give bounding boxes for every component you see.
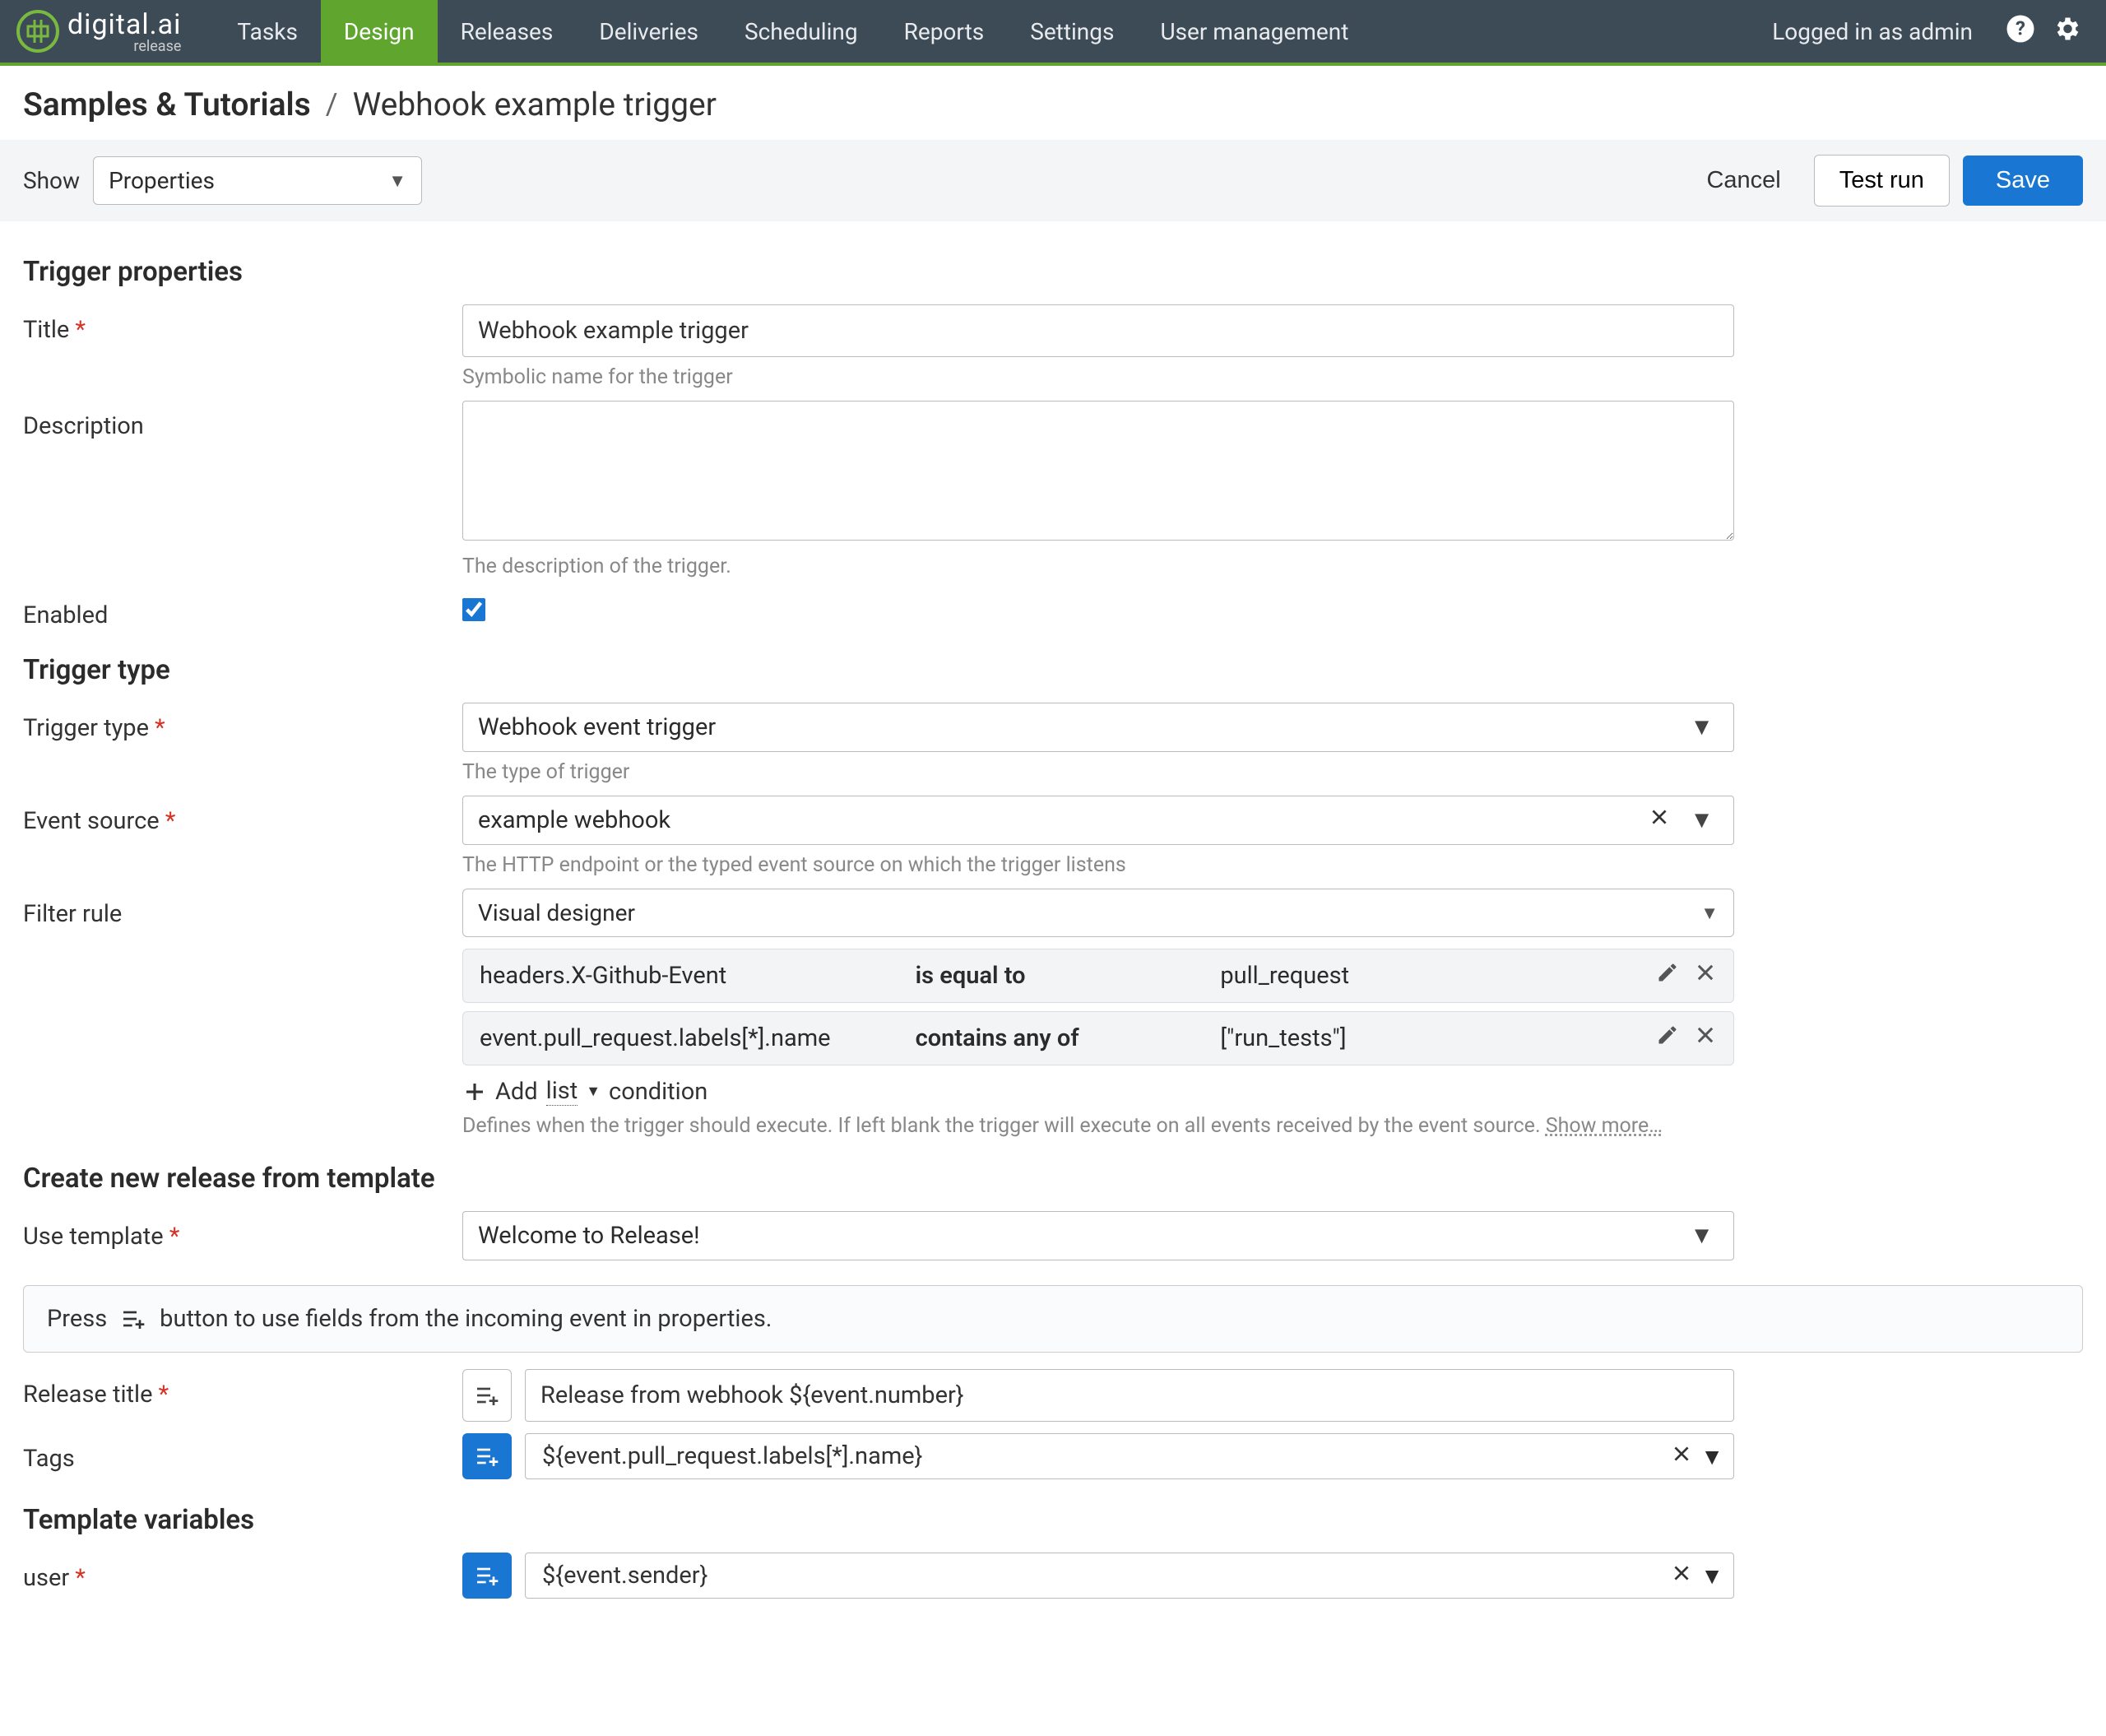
trigger-properties-title: Trigger properties (23, 256, 2083, 288)
clear-icon[interactable] (1671, 1443, 1692, 1470)
edit-icon[interactable] (1656, 1023, 1679, 1053)
enabled-checkbox[interactable] (462, 598, 485, 621)
use-template-select[interactable]: Welcome to Release! ▼ (462, 1211, 1734, 1260)
filter-mode-value: Visual designer (478, 899, 635, 926)
main-nav: Tasks Design Releases Deliveries Schedul… (214, 0, 1371, 63)
create-release-title: Create new release from template (23, 1163, 2083, 1195)
rule-op: contains any of (916, 1024, 1221, 1052)
nav-reports[interactable]: Reports (881, 0, 1008, 63)
event-source-help: The HTTP endpoint or the typed event sou… (462, 853, 1734, 877)
rule-value: pull_request (1220, 962, 1656, 990)
nav-releases[interactable]: Releases (438, 0, 577, 63)
info-banner: Press button to use fields from the inco… (23, 1285, 2083, 1353)
nav-deliveries[interactable]: Deliveries (576, 0, 721, 63)
title-label: Title (23, 316, 69, 344)
product-logo: digital.ai release (16, 8, 181, 55)
show-more-link[interactable]: Show more… (1546, 1114, 1663, 1138)
insert-field-button[interactable] (462, 1433, 512, 1479)
caret-icon: ▼ (1700, 903, 1719, 924)
edit-icon[interactable] (1656, 961, 1679, 991)
use-template-label: Use template (23, 1223, 164, 1251)
login-status: Logged in as admin (1772, 18, 1973, 45)
description-help: The description of the trigger. (462, 555, 1734, 578)
caret-icon: ▼ (1680, 806, 1723, 834)
insert-field-icon (115, 1304, 151, 1334)
enabled-label: Enabled (23, 601, 108, 629)
title-help: Symbolic name for the trigger (462, 365, 1734, 389)
event-source-value: example webhook (478, 806, 1639, 834)
trigger-type-label: Trigger type (23, 714, 149, 742)
show-dropdown-value: Properties (109, 167, 215, 194)
delete-icon[interactable] (1694, 1023, 1717, 1053)
tags-input[interactable]: ${event.pull_request.labels[*].name} ▼ (525, 1433, 1734, 1479)
filter-rule-row: event.pull_request.labels[*].name contai… (462, 1011, 1734, 1065)
action-bar: Show Properties ▼ Cancel Test run Save (0, 140, 2106, 221)
nav-design[interactable]: Design (321, 0, 438, 63)
insert-field-button[interactable] (462, 1553, 512, 1599)
release-title-label: Release title (23, 1381, 152, 1409)
help-icon[interactable]: ? (2006, 14, 2035, 49)
caret-icon: ▼ (1700, 1443, 1723, 1470)
gear-icon[interactable] (2052, 14, 2081, 49)
breadcrumb-sep: / (326, 87, 338, 122)
use-template-value: Welcome to Release! (478, 1222, 1680, 1250)
trigger-type-value: Webhook event trigger (478, 713, 1680, 741)
product-name: digital.ai (67, 8, 181, 41)
user-var-input[interactable]: ${event.sender} ▼ (525, 1553, 1734, 1599)
nav-scheduling[interactable]: Scheduling (721, 0, 881, 63)
rule-op: is equal to (916, 962, 1221, 990)
description-input[interactable] (462, 401, 1734, 541)
template-variables-title: Template variables (23, 1504, 2083, 1536)
caret-icon: ▼ (1700, 1562, 1723, 1590)
title-input[interactable] (462, 304, 1734, 357)
clear-icon[interactable] (1671, 1562, 1692, 1590)
svg-text:?: ? (2016, 16, 2025, 39)
breadcrumb: Samples & Tutorials / Webhook example tr… (0, 66, 2106, 140)
clear-icon[interactable] (1639, 806, 1680, 834)
trigger-type-help: The type of trigger (462, 760, 1734, 784)
caret-icon: ▼ (1680, 713, 1723, 741)
rule-value: ["run_tests"] (1220, 1024, 1656, 1052)
breadcrumb-folder[interactable]: Samples & Tutorials (23, 86, 311, 123)
user-var-label: user (23, 1564, 69, 1592)
trigger-type-select[interactable]: Webhook event trigger ▼ (462, 703, 1734, 752)
filter-help: Defines when the trigger should execute.… (462, 1114, 1734, 1138)
breadcrumb-page: Webhook example trigger (353, 86, 717, 123)
delete-icon[interactable] (1694, 961, 1717, 991)
rule-path: event.pull_request.labels[*].name (480, 1024, 916, 1052)
rule-path: headers.X-Github-Event (480, 962, 916, 990)
app-header: digital.ai release Tasks Design Releases… (0, 0, 2106, 66)
plus-icon (462, 1079, 487, 1104)
filter-rule-row: headers.X-Github-Event is equal to pull_… (462, 949, 1734, 1003)
filter-mode-select[interactable]: Visual designer ▼ (462, 889, 1734, 937)
test-run-button[interactable]: Test run (1814, 155, 1950, 207)
nav-settings[interactable]: Settings (1007, 0, 1137, 63)
show-dropdown[interactable]: Properties ▼ (93, 156, 422, 205)
nav-tasks[interactable]: Tasks (214, 0, 321, 63)
save-button[interactable]: Save (1963, 155, 2083, 206)
tags-label: Tags (23, 1445, 75, 1473)
caret-icon: ▼ (1680, 1222, 1723, 1250)
caret-icon: ▼ (388, 170, 406, 192)
release-title-input[interactable] (525, 1369, 1734, 1422)
show-label: Show (23, 167, 80, 194)
event-source-select[interactable]: example webhook ▼ (462, 796, 1734, 845)
cancel-button[interactable]: Cancel (1686, 155, 1800, 206)
filter-rule-label: Filter rule (23, 900, 122, 928)
insert-field-button[interactable] (462, 1369, 512, 1422)
event-source-label: Event source (23, 807, 160, 835)
trigger-type-title: Trigger type (23, 654, 2083, 686)
description-label: Description (23, 412, 144, 440)
logo-icon (16, 10, 59, 53)
add-condition-button[interactable]: Add list ▼ condition (462, 1077, 1734, 1106)
nav-user-management[interactable]: User management (1137, 0, 1371, 63)
